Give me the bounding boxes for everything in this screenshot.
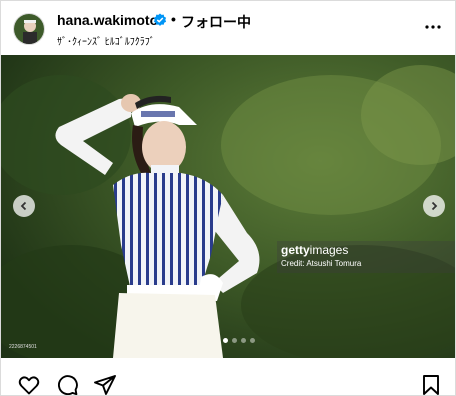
carousel-dot xyxy=(241,338,246,343)
getty-brand-suffix: images xyxy=(309,243,349,257)
separator-dot: • xyxy=(171,11,176,27)
getty-watermark: gettyimages Credit: Atsushi Tomura xyxy=(277,241,455,273)
like-heart-icon[interactable] xyxy=(17,373,41,396)
carousel-dot xyxy=(232,338,237,343)
location-link[interactable]: ｻﾞ･ｸｨｰﾝｽﾞ ﾋﾙｺﾞﾙﾌｸﾗﾌﾞ xyxy=(57,33,155,48)
getty-brand: getty xyxy=(281,243,310,257)
carousel-prev-button[interactable] xyxy=(13,195,35,217)
verified-badge-icon xyxy=(153,13,167,26)
following-button[interactable]: フォロー中 xyxy=(181,12,251,32)
post-header: hana.wakimoto • フォロー中 ｻﾞ･ｸｨｰﾝｽﾞ ﾋﾙｺﾞﾙﾌｸﾗ… xyxy=(1,1,455,55)
username[interactable]: hana.wakimoto xyxy=(57,12,158,28)
golfer-photo xyxy=(1,55,455,358)
photo-credit: Credit: Atsushi Tomura xyxy=(281,259,362,268)
carousel-dot xyxy=(250,338,255,343)
post-card: hana.wakimoto • フォロー中 ｻﾞ･ｸｨｰﾝｽﾞ ﾋﾙｺﾞﾙﾌｸﾗ… xyxy=(0,0,456,396)
carousel-indicator xyxy=(223,338,255,344)
post-actions xyxy=(1,359,455,396)
carousel-dot xyxy=(223,338,228,343)
more-options-icon[interactable] xyxy=(421,15,445,39)
chevron-right-icon xyxy=(431,201,438,211)
carousel-next-button[interactable] xyxy=(423,195,445,217)
post-photo[interactable]: gettyimages Credit: Atsushi Tomura 22268… xyxy=(1,55,455,358)
avatar[interactable] xyxy=(13,13,45,45)
save-bookmark-icon[interactable] xyxy=(419,373,443,396)
photo-id: 2226874501 xyxy=(9,344,37,350)
comment-icon[interactable] xyxy=(55,373,79,396)
chevron-left-icon xyxy=(20,201,27,211)
share-icon[interactable] xyxy=(93,373,117,396)
